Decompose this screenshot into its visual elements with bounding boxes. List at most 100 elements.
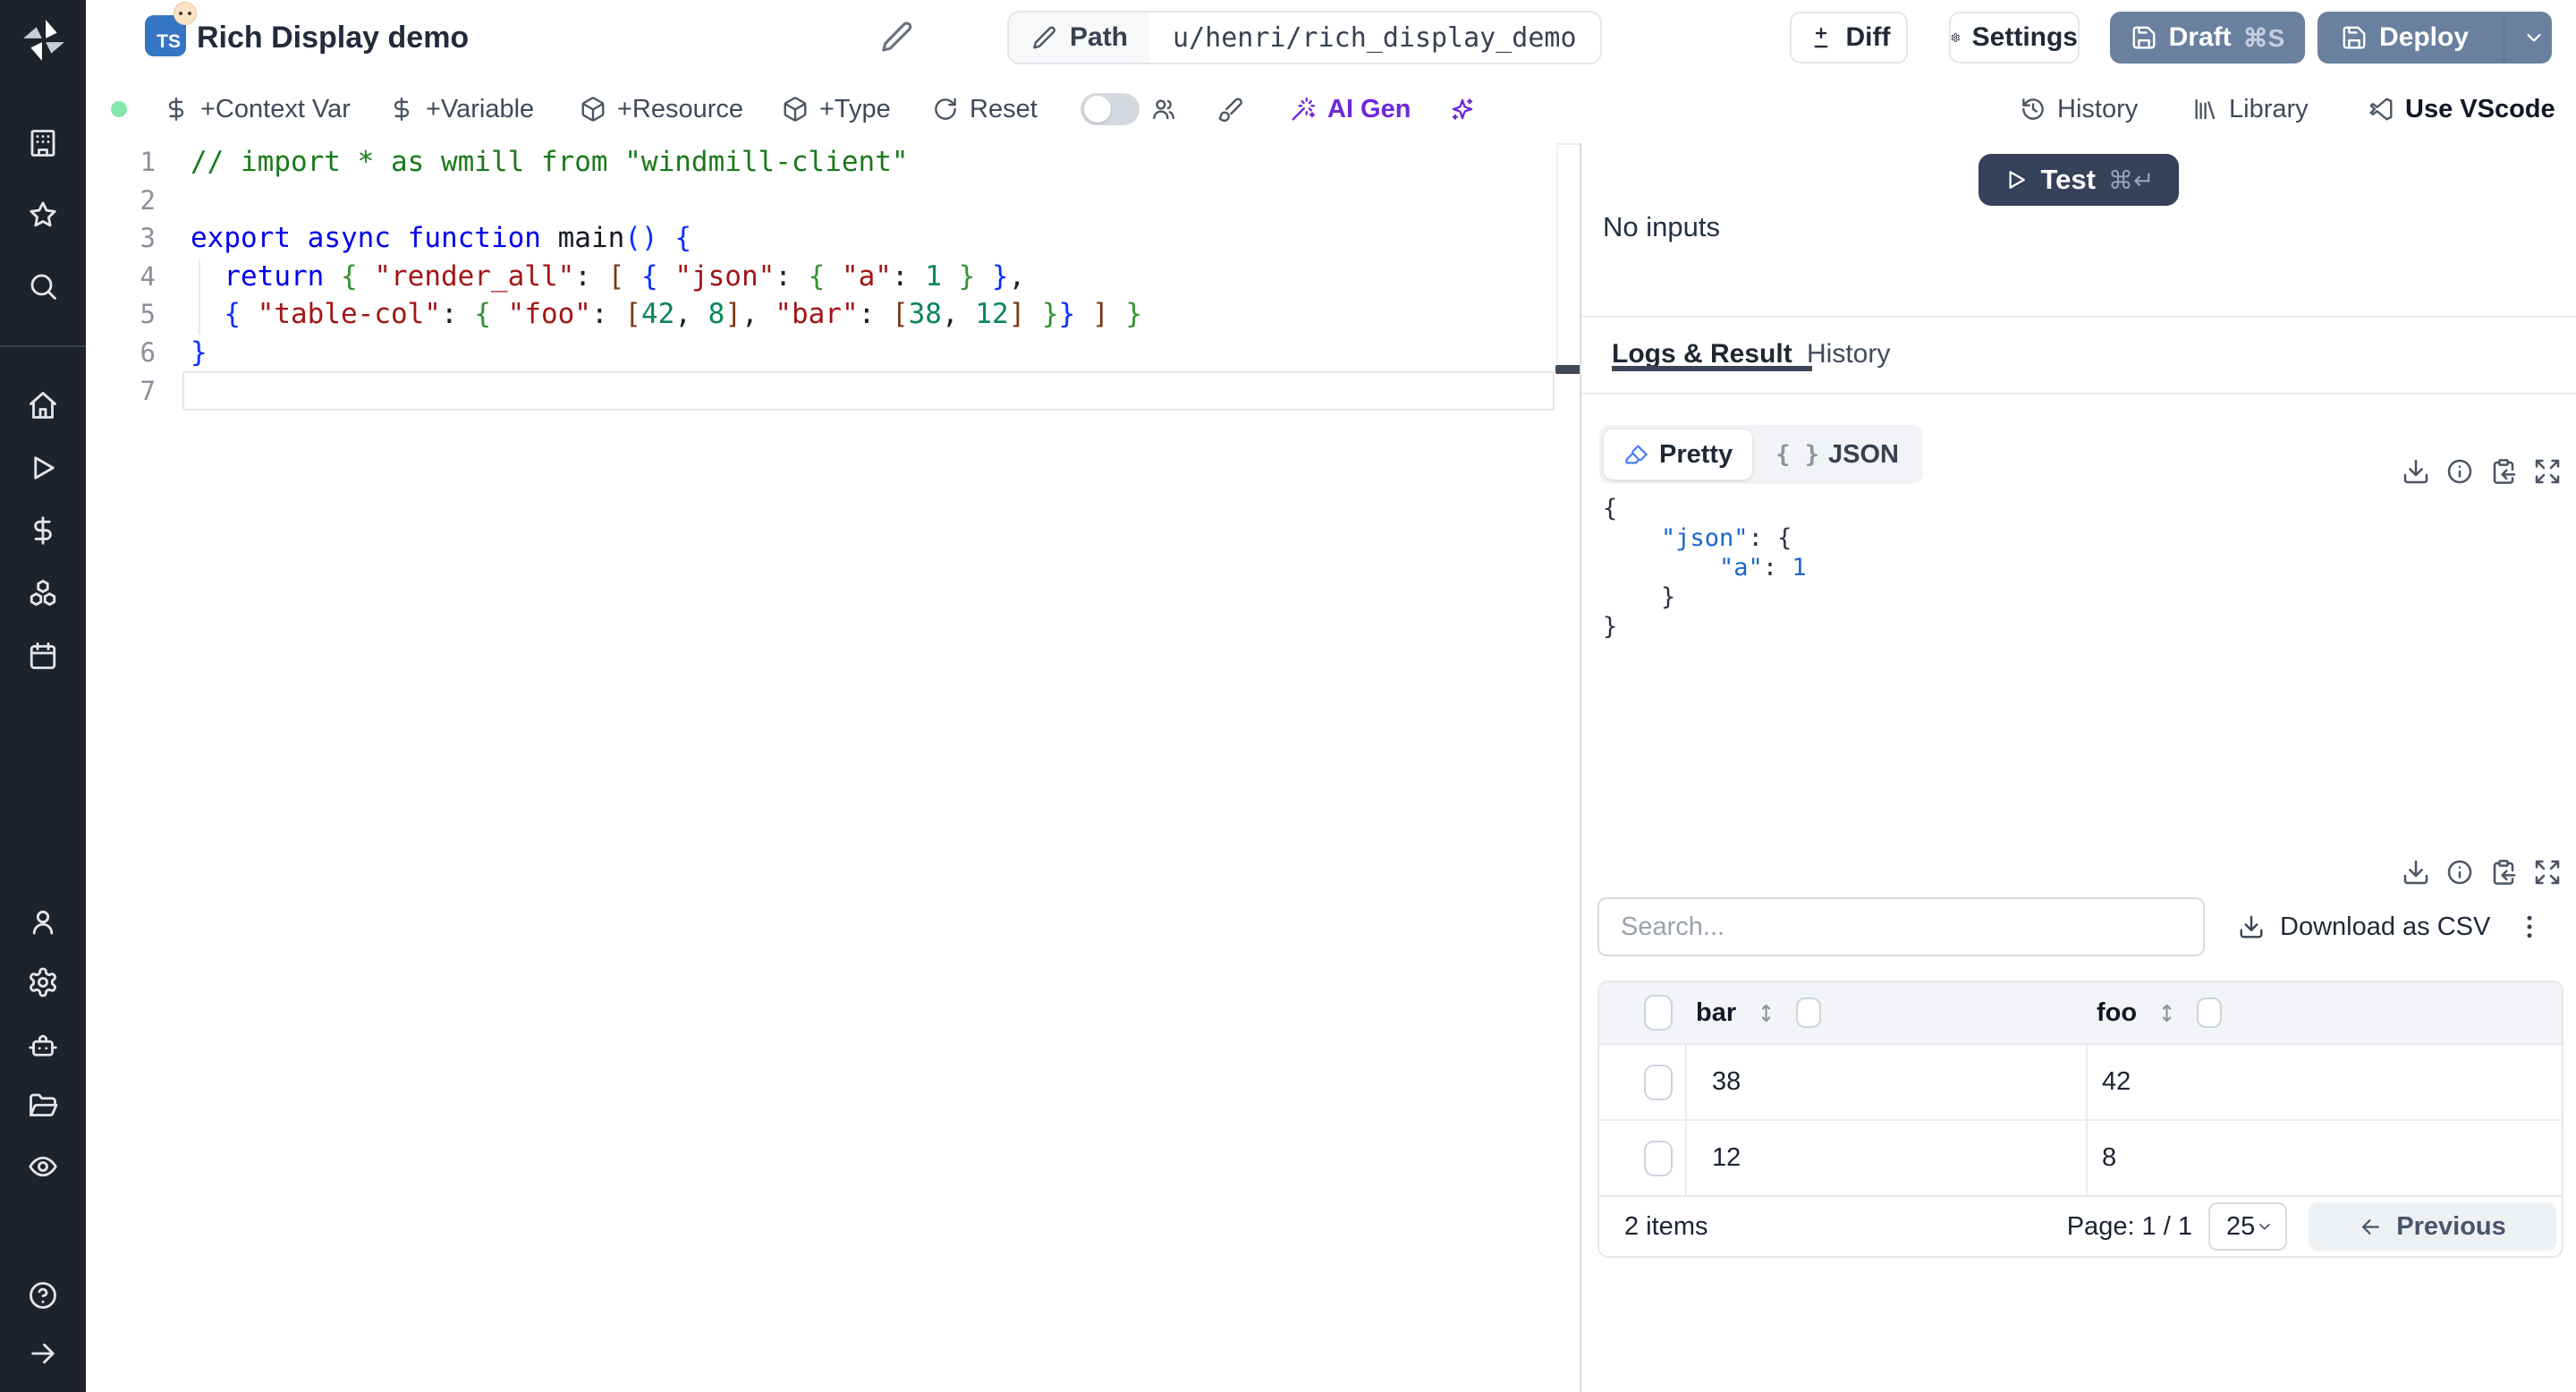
column-label: foo (2097, 997, 2138, 1027)
highlighter-icon (1623, 442, 1648, 467)
table-search-input[interactable] (1597, 897, 2205, 956)
editor-toolbar: +Context Var +Variable +Resource +Type R… (86, 75, 2576, 145)
windmill-script-editor: TS Rich Display demo Path u/henri/rich_d… (0, 0, 2576, 1392)
panel-resize-handle[interactable] (1555, 365, 1580, 374)
library-icon (2191, 96, 2218, 123)
folders-icon[interactable] (27, 1090, 59, 1122)
sort-icon[interactable] (1754, 1001, 1778, 1025)
paintbrush-icon (1216, 96, 1243, 123)
draft-button[interactable]: Draft ⌘S (2110, 12, 2305, 64)
use-vscode-button[interactable]: Use VScode (2368, 75, 2555, 143)
result-json-line: } (1661, 583, 1676, 611)
favorites-icon[interactable] (27, 199, 59, 231)
download-icon[interactable] (2402, 457, 2430, 486)
row-checkbox[interactable] (1644, 1140, 1673, 1176)
copy-to-clipboard-icon[interactable] (2489, 457, 2518, 486)
search-icon[interactable] (27, 270, 59, 302)
path-pill[interactable]: Path u/henri/rich_display_demo (1007, 11, 1602, 64)
json-toggle[interactable]: { } JSON (1756, 440, 1919, 470)
expand-icon[interactable] (2533, 457, 2562, 486)
collab-toggle[interactable] (1080, 93, 1140, 125)
ai-sparkles-button[interactable] (1449, 75, 1476, 143)
header: TS Rich Display demo Path u/henri/rich_d… (86, 0, 2576, 77)
library-button[interactable]: Library (2191, 75, 2309, 143)
history-clock-icon (2020, 96, 2046, 123)
edit-summary-icon[interactable] (878, 19, 914, 55)
page-indicator: Page: 1 / 1 (2066, 1211, 2192, 1241)
table-body: 38 42 12 8 (1599, 1045, 2562, 1195)
cell-bar: 12 (1685, 1121, 2086, 1195)
tab-history[interactable]: History (1807, 339, 1890, 369)
result-json-line: } (1603, 613, 1618, 641)
windmill-logo-icon[interactable] (21, 18, 66, 63)
pretty-toggle[interactable]: Pretty (1604, 429, 1753, 480)
info-icon[interactable] (2445, 457, 2474, 486)
magic-wand-icon (1290, 96, 1317, 123)
page-size-select[interactable]: 25 (2208, 1202, 2287, 1251)
download-icon[interactable] (2402, 858, 2430, 887)
workers-icon[interactable] (27, 1029, 59, 1061)
sidebar-divider (0, 345, 86, 347)
format-button[interactable] (1216, 75, 1243, 143)
expand-sidebar-icon[interactable] (27, 1337, 59, 1370)
info-icon[interactable] (2445, 858, 2474, 887)
column-toggle-checkbox[interactable] (1796, 997, 1822, 1028)
audit-logs-icon[interactable] (27, 1150, 59, 1183)
home-icon[interactable] (27, 389, 59, 421)
add-variable-button[interactable]: +Variable (388, 75, 534, 143)
history-button[interactable]: History (2020, 75, 2138, 143)
column-label: bar (1696, 997, 1737, 1027)
select-all-checkbox[interactable] (1644, 995, 1673, 1031)
multiplayer-button[interactable] (1150, 75, 1177, 143)
users-icon (1150, 96, 1177, 123)
schedules-icon[interactable] (27, 640, 59, 672)
result-json-line: { (1603, 495, 1618, 522)
sort-icon[interactable] (2155, 1001, 2179, 1025)
add-type-button[interactable]: +Type (782, 75, 891, 143)
runs-icon[interactable] (27, 452, 59, 484)
download-csv-button[interactable]: Download as CSV (2238, 897, 2490, 956)
row-checkbox[interactable] (1644, 1064, 1673, 1100)
code-line[interactable]: export async function main() { (191, 219, 691, 258)
path-label: Path (1070, 22, 1129, 52)
add-resource-button[interactable]: +Resource (580, 75, 743, 143)
deploy-dropdown[interactable] (2516, 12, 2552, 64)
cell-bar: 38 (1685, 1045, 2086, 1119)
status-dot (111, 101, 127, 117)
help-icon[interactable] (27, 1279, 59, 1311)
package-icon (782, 96, 809, 123)
reset-button[interactable]: Reset (932, 75, 1038, 143)
save-icon (2341, 24, 2368, 51)
indent-guide (199, 259, 200, 335)
copy-to-clipboard-icon[interactable] (2489, 858, 2518, 887)
current-line-highlight (182, 371, 1555, 411)
tab-logs-result[interactable]: Logs & Result (1612, 339, 1812, 371)
diff-button[interactable]: Diff (1790, 12, 1908, 64)
code-line[interactable]: } (191, 334, 208, 372)
code-line[interactable]: // import * as wmill from "windmill-clie… (191, 143, 909, 182)
result-table: bar foo 38 42 12 8 2 items Page: 1 / 1 25 (1597, 980, 2563, 1258)
column-toggle-checkbox[interactable] (2197, 997, 2223, 1028)
more-options-icon[interactable] (2513, 911, 2546, 943)
users-icon[interactable] (27, 906, 59, 938)
previous-page-button[interactable]: Previous (2309, 1202, 2556, 1251)
variables-icon[interactable] (27, 514, 59, 547)
column-header-bar: bar (1696, 982, 1822, 1043)
add-context-var-button[interactable]: +Context Var (163, 75, 351, 143)
ai-gen-button[interactable]: AI Gen (1290, 75, 1411, 143)
deploy-button[interactable]: Deploy (2318, 12, 2552, 64)
settings-icon[interactable] (27, 966, 59, 998)
code-line[interactable]: { "table-col": { "foo": [42, 8], "bar": … (191, 295, 1142, 334)
workspace-icon[interactable] (27, 127, 59, 159)
resources-icon[interactable] (27, 577, 59, 609)
expand-icon[interactable] (2533, 858, 2562, 887)
test-button[interactable]: Test ⌘↵ (1979, 154, 2179, 206)
code-editor[interactable]: 1 2 3 4 5 6 7 // import * as wmill from "windm… (86, 143, 1556, 1392)
result-json-line: "json": { (1661, 524, 1792, 552)
table-header: bar foo (1599, 982, 2562, 1045)
code-line[interactable]: return { "render_all": [ { "json": { "a"… (191, 258, 1025, 296)
table-row: 38 42 (1599, 1045, 2562, 1121)
path-label-section: Path (1009, 13, 1150, 63)
pencil-icon (1030, 24, 1057, 51)
settings-button[interactable]: Settings (1949, 12, 2080, 64)
